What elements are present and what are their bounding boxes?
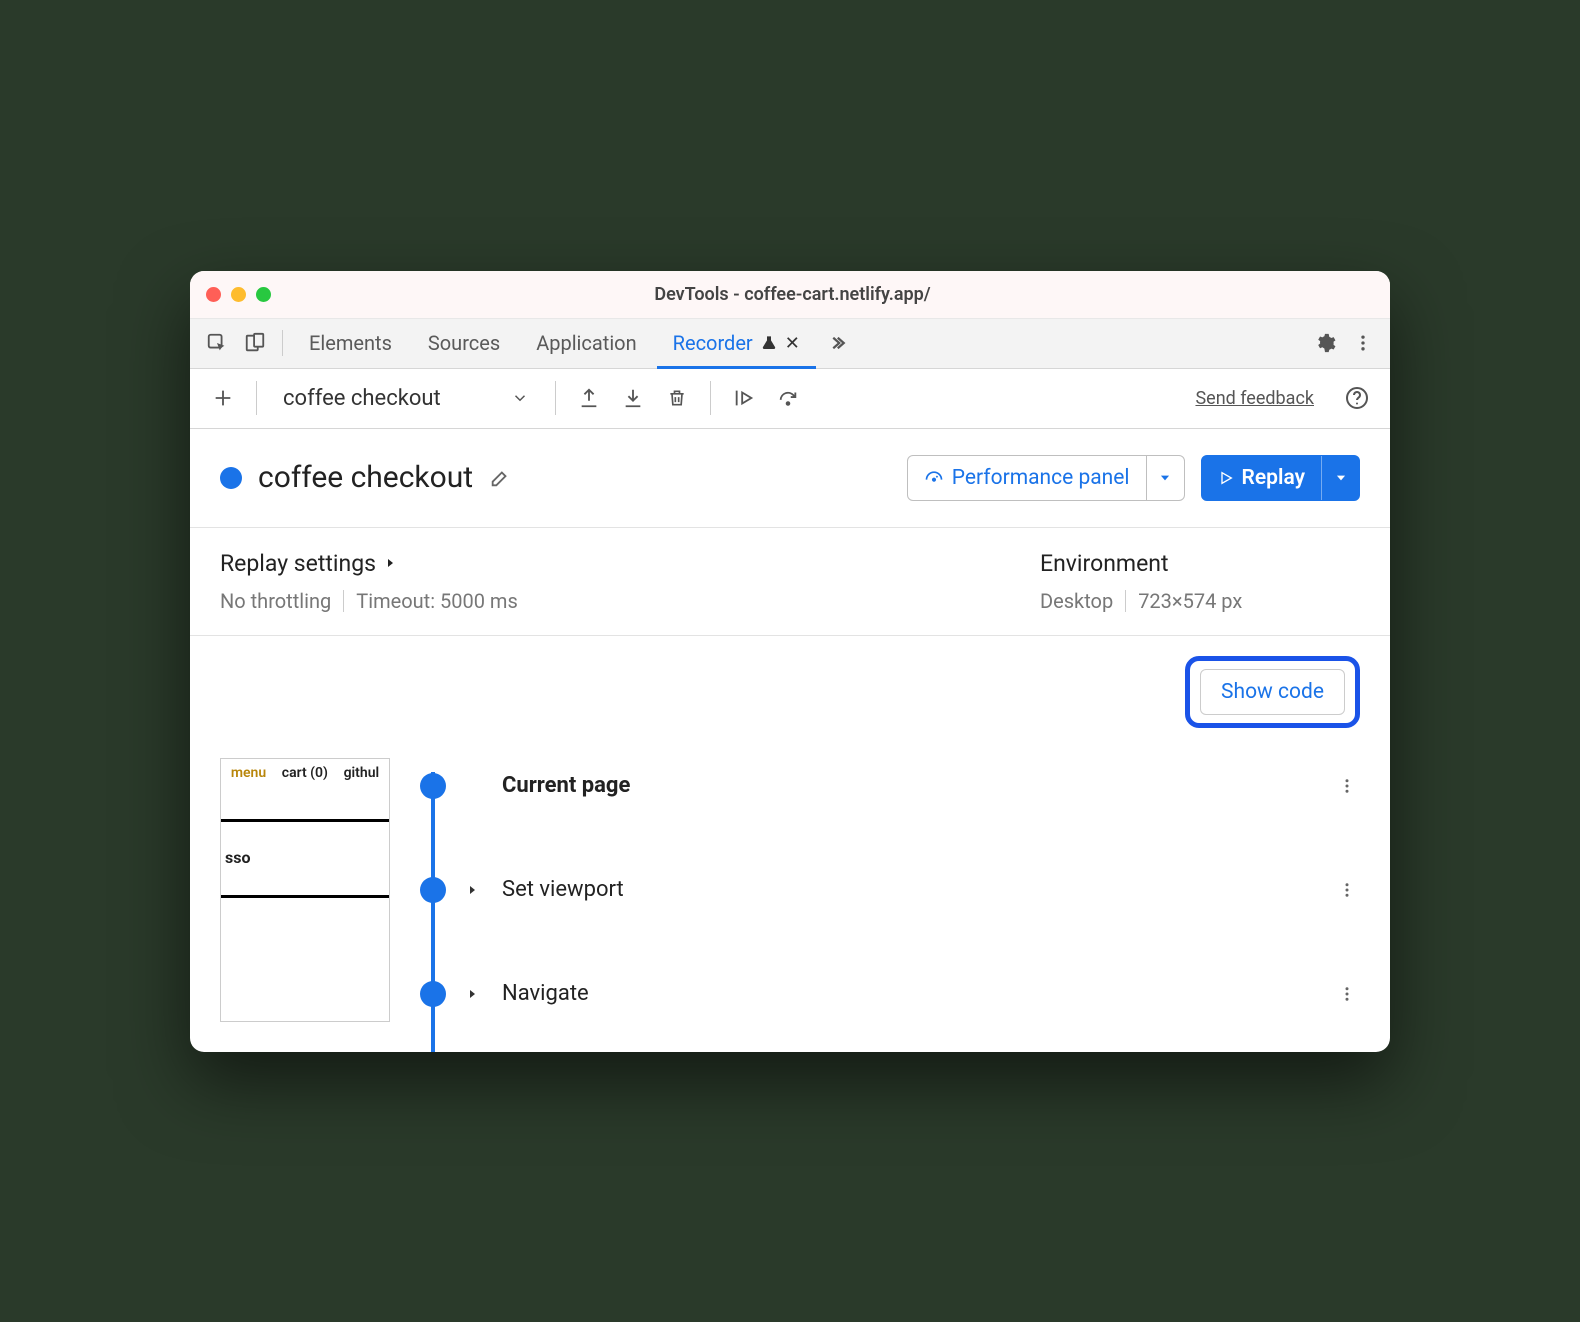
window-title: DevTools - coffee-cart.netlify.app/ — [271, 284, 1314, 305]
step-current-page[interactable]: ▶ Current page — [420, 758, 1360, 814]
delete-icon[interactable] — [662, 383, 692, 413]
separator — [555, 381, 556, 415]
titlebar: DevTools - coffee-cart.netlify.app/ — [190, 271, 1390, 319]
performance-panel-button: Performance panel — [907, 455, 1185, 501]
status-dot-icon — [220, 467, 242, 489]
performance-panel-label: Performance panel — [952, 466, 1130, 490]
thumb-github-label: githul — [344, 765, 380, 781]
import-icon[interactable] — [618, 383, 648, 413]
play-icon — [1218, 470, 1234, 486]
step-dot-icon — [420, 981, 446, 1007]
device-toggle-icon[interactable] — [238, 326, 272, 360]
step-more-icon[interactable] — [1338, 983, 1360, 1005]
replay-main[interactable]: Replay — [1202, 456, 1321, 500]
close-window-icon[interactable] — [206, 287, 221, 302]
step-label: Navigate — [502, 981, 589, 1006]
recording-title: coffee checkout — [258, 460, 473, 495]
separator — [710, 381, 711, 415]
separator — [1125, 590, 1126, 612]
step-dot-icon — [420, 773, 446, 799]
flask-icon — [761, 335, 777, 351]
environment-values: Desktop 723×574 px — [1040, 589, 1360, 613]
replay-settings-values: No throttling Timeout: 5000 ms — [220, 589, 1040, 613]
tab-recorder[interactable]: Recorder ✕ — [657, 318, 816, 368]
separator — [282, 330, 283, 356]
caret-right-icon — [384, 557, 396, 569]
thumb-menu-label: menu — [231, 765, 266, 781]
performance-panel-caret[interactable] — [1146, 456, 1184, 500]
tab-application[interactable]: Application — [520, 318, 652, 368]
thumb-sso-label: sso — [221, 848, 389, 867]
page-thumbnail: menu cart (0) githul sso — [220, 758, 390, 1022]
step-label: Current page — [502, 773, 630, 798]
minimize-window-icon[interactable] — [231, 287, 246, 302]
send-feedback-link[interactable]: Send feedback — [1195, 388, 1314, 409]
device-value: Desktop — [1040, 589, 1113, 613]
performance-panel-main[interactable]: Performance panel — [908, 456, 1146, 500]
step-dot-icon — [420, 877, 446, 903]
step-label: Set viewport — [502, 877, 624, 902]
steps-area: menu cart (0) githul sso ▶ Current page — [190, 758, 1390, 1052]
throttling-value: No throttling — [220, 589, 331, 613]
environment-col: Environment Desktop 723×574 px — [1040, 550, 1360, 613]
showcode-section: Show code — [190, 636, 1390, 758]
settings-row: Replay settings No throttling Timeout: 5… — [190, 527, 1390, 636]
inspect-element-icon[interactable] — [200, 326, 234, 360]
viewport-value: 723×574 px — [1138, 589, 1242, 613]
devtools-tabstrip: Elements Sources Application Recorder ✕ — [190, 319, 1390, 369]
show-code-button[interactable]: Show code — [1200, 669, 1345, 715]
step-more-icon[interactable] — [1338, 879, 1360, 901]
caret-right-icon[interactable] — [466, 988, 482, 1000]
window-controls — [206, 287, 271, 302]
step-navigate[interactable]: Navigate — [420, 966, 1360, 1022]
selected-recording-name: coffee checkout — [283, 386, 441, 411]
step-over-icon[interactable] — [729, 383, 759, 413]
step-more-icon[interactable] — [1338, 775, 1360, 797]
timeout-value: Timeout: 5000 ms — [356, 589, 518, 613]
add-recording-icon[interactable] — [208, 383, 238, 413]
timeline: ▶ Current page Set viewport — [420, 758, 1360, 1022]
separator — [343, 590, 344, 612]
edit-title-icon[interactable] — [489, 467, 511, 489]
settings-gear-icon[interactable] — [1308, 326, 1342, 360]
thumb-cart-label: cart (0) — [282, 765, 328, 781]
replay-settings-label[interactable]: Replay settings — [220, 550, 1040, 577]
highlight-ring: Show code — [1185, 656, 1360, 728]
help-icon[interactable] — [1342, 383, 1372, 413]
step-set-viewport[interactable]: Set viewport — [420, 862, 1360, 918]
separator — [256, 381, 257, 415]
recording-header: coffee checkout Performance panel Replay — [190, 429, 1390, 527]
chevron-down-icon — [511, 389, 529, 407]
step-icon[interactable] — [773, 383, 803, 413]
environment-label: Environment — [1040, 550, 1360, 577]
more-tabs-icon[interactable] — [820, 326, 854, 360]
replay-caret[interactable] — [1321, 456, 1359, 500]
recording-selector[interactable]: coffee checkout — [275, 382, 537, 415]
replay-button: Replay — [1201, 455, 1360, 501]
gauge-icon — [924, 468, 944, 488]
tab-elements[interactable]: Elements — [293, 318, 408, 368]
devtools-window: DevTools - coffee-cart.netlify.app/ Elem… — [190, 271, 1390, 1052]
recorder-toolbar: coffee checkout Send feedback — [190, 369, 1390, 429]
tab-sources[interactable]: Sources — [412, 318, 516, 368]
export-icon[interactable] — [574, 383, 604, 413]
caret-right-icon[interactable] — [466, 884, 482, 896]
replay-settings-col: Replay settings No throttling Timeout: 5… — [220, 550, 1040, 613]
kebab-menu-icon[interactable] — [1346, 326, 1380, 360]
replay-label: Replay — [1242, 466, 1305, 490]
maximize-window-icon[interactable] — [256, 287, 271, 302]
close-tab-icon[interactable]: ✕ — [785, 333, 800, 354]
